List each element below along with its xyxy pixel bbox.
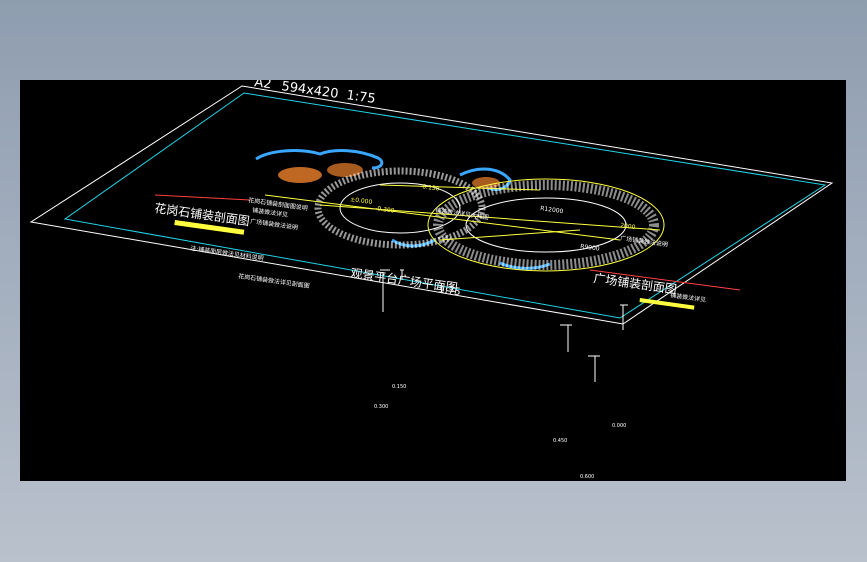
marker-value: 0.150 <box>392 384 406 390</box>
left-note: 注:铺装面层做法见材料说明 <box>190 244 264 262</box>
radius-callout: R12000 <box>540 205 564 215</box>
right-label: 铺装做法详见 <box>670 291 707 304</box>
marker-value: 0.450 <box>553 438 567 444</box>
section-line <box>154 194 251 201</box>
plaza-ring-outer <box>314 167 486 249</box>
cad-drawing-canvas[interactable]: A2 594x420 1:75 ±0.000 -0.150 -0.300 R12… <box>20 80 846 481</box>
paving-patch <box>327 163 363 177</box>
left-section[interactable]: 花岗石铺装剖面图 花岗石铺装剖面图说明 铺装做法详见 广场铺装做法说明 注:铺装… <box>154 196 311 290</box>
paving-patch <box>278 167 322 183</box>
marker-value: 0.300 <box>374 404 388 410</box>
main-scale: 1:75 <box>438 284 462 298</box>
cad-viewport[interactable]: A2 594x420 1:75 ±0.000 -0.150 -0.300 R12… <box>20 80 846 481</box>
level-callout: ±0.000 <box>350 196 373 206</box>
left-label: 广场铺装做法说明 <box>250 217 299 232</box>
right-section-title: 广场铺装剖面图 <box>593 271 678 297</box>
marker-value: 0.600 <box>580 474 594 480</box>
title-sheet: A2 <box>253 80 272 92</box>
title-size: 594x420 <box>280 80 339 102</box>
planting-edge <box>255 149 384 170</box>
radius-callout: R9000 <box>580 243 600 253</box>
level-markers: 0.150 0.300 0.000 0.450 0.600 <box>374 269 628 480</box>
dimension-callout: 2000 <box>620 222 636 231</box>
level-callout: -0.150 <box>420 183 440 193</box>
level-callout: -0.300 <box>375 205 395 215</box>
level-marker <box>588 355 600 382</box>
level-marker <box>560 324 572 352</box>
bottom-left-note: 花岗石铺装做法详见剖面图 <box>238 272 310 290</box>
marker-value: 0.000 <box>612 423 626 429</box>
